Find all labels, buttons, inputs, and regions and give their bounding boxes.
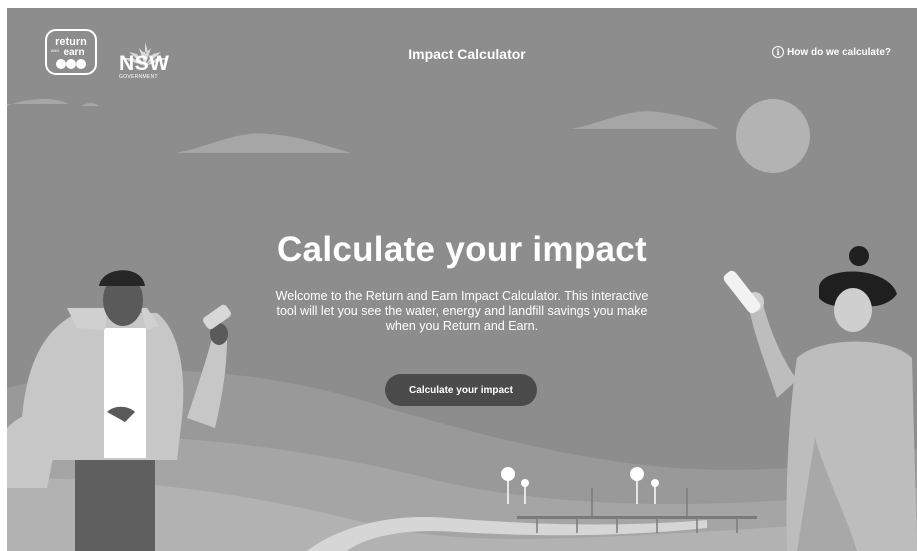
nsw-logo-text: NSW [119, 52, 170, 75]
hero-section: return AND earn NSW GOVERNMENT Impact Ca… [7, 8, 917, 551]
how-we-calculate-label: How do we calculate? [787, 46, 891, 58]
how-we-calculate-link[interactable]: i How do we calculate? [772, 46, 891, 58]
logo-and-word: AND [51, 48, 60, 53]
bridge-deck [517, 516, 757, 519]
cloud-middle [175, 133, 351, 153]
hero-description: Welcome to the Return and Earn Impact Ca… [275, 289, 649, 333]
hero-title: Calculate your impact [276, 230, 648, 269]
cloud-left [7, 98, 69, 106]
cloud-right [571, 111, 719, 129]
cloud-small [81, 103, 99, 106]
info-icon: i [772, 46, 785, 58]
landscape-illustration [7, 98, 917, 551]
calculate-impact-button[interactable]: Calculate your impact [385, 374, 537, 406]
logo-earn-word: earn [63, 47, 84, 58]
nsw-government-text: GOVERNMENT [119, 74, 158, 80]
return-and-earn-logo[interactable]: return AND earn [45, 28, 97, 76]
sun [736, 99, 810, 173]
page-title: Impact Calculator [408, 46, 526, 62]
